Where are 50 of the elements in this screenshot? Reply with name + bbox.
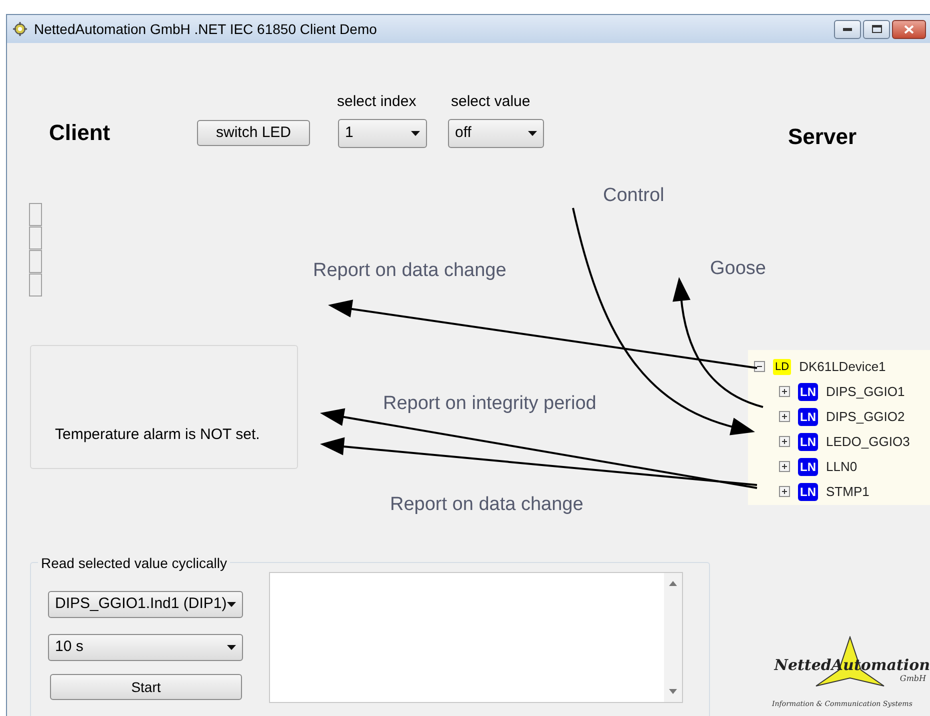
tree-item[interactable]: DIPS_GGIO2 — [826, 406, 905, 426]
start-button[interactable]: Start — [50, 674, 242, 700]
collapse-icon[interactable] — [754, 361, 765, 372]
scroll-down-icon[interactable] — [669, 689, 677, 694]
expand-icon[interactable] — [779, 461, 790, 472]
diagram-label: Report on integrity period — [383, 392, 596, 416]
diagram-label: Report on data change — [313, 259, 506, 283]
close-button[interactable] — [892, 20, 926, 38]
server-title: Server — [788, 123, 857, 151]
window-title: NettedAutomation GmbH .NET IEC 61850 Client Demo — [34, 20, 377, 38]
expand-icon[interactable] — [779, 411, 790, 422]
diagram-label: Goose — [710, 257, 766, 281]
alarm-text: Temperature alarm is NOT set. — [55, 424, 260, 444]
field-label: select index — [337, 92, 416, 112]
tree-item[interactable]: DK61LDevice1 — [799, 356, 886, 376]
client-title: Client — [49, 119, 110, 147]
expand-icon[interactable] — [779, 436, 790, 447]
minimize-icon — [843, 28, 852, 30]
close-icon — [904, 24, 914, 34]
index-dropdown[interactable]: 1 — [338, 119, 427, 148]
logo-suffix: GmbH — [900, 674, 927, 684]
scroll-up-icon[interactable] — [669, 581, 677, 586]
node-badge: LN — [798, 408, 818, 426]
diagram-label: Report on data change — [390, 493, 584, 517]
tree-item[interactable]: LLN0 — [826, 456, 858, 476]
node-badge: LN — [798, 432, 818, 450]
value-dropdown[interactable]: off — [448, 119, 544, 148]
diagram-label: Control — [603, 184, 664, 208]
scrollbar[interactable] — [664, 573, 682, 702]
maximize-icon — [872, 25, 882, 33]
expand-icon[interactable] — [779, 486, 790, 497]
node-badge: LN — [798, 482, 818, 500]
tree-item[interactable]: DIPS_GGIO1 — [826, 382, 905, 402]
caret-icon — [227, 602, 236, 607]
caret-icon — [528, 131, 537, 136]
minimize-button[interactable] — [834, 20, 861, 38]
device-badge: LD — [773, 358, 792, 374]
maximize-button[interactable] — [863, 20, 890, 38]
switch-led-button[interactable]: switch LED — [197, 120, 310, 146]
caret-icon — [227, 645, 236, 650]
node-badge: LN — [798, 458, 818, 476]
caret-icon — [411, 131, 420, 136]
tree-item[interactable]: LEDO_GGIO3 — [826, 432, 910, 452]
node-badge: LN — [798, 382, 818, 400]
interval-dropdown[interactable]: 10 s — [48, 634, 243, 661]
tree-item[interactable]: STMP1 — [826, 482, 870, 502]
gear-icon — [11, 21, 29, 37]
item-dropdown[interactable]: DIPS_GGIO1.Ind1 (DIP1) — [48, 591, 243, 618]
field-label: select value — [451, 92, 530, 112]
expand-icon[interactable] — [779, 386, 790, 397]
